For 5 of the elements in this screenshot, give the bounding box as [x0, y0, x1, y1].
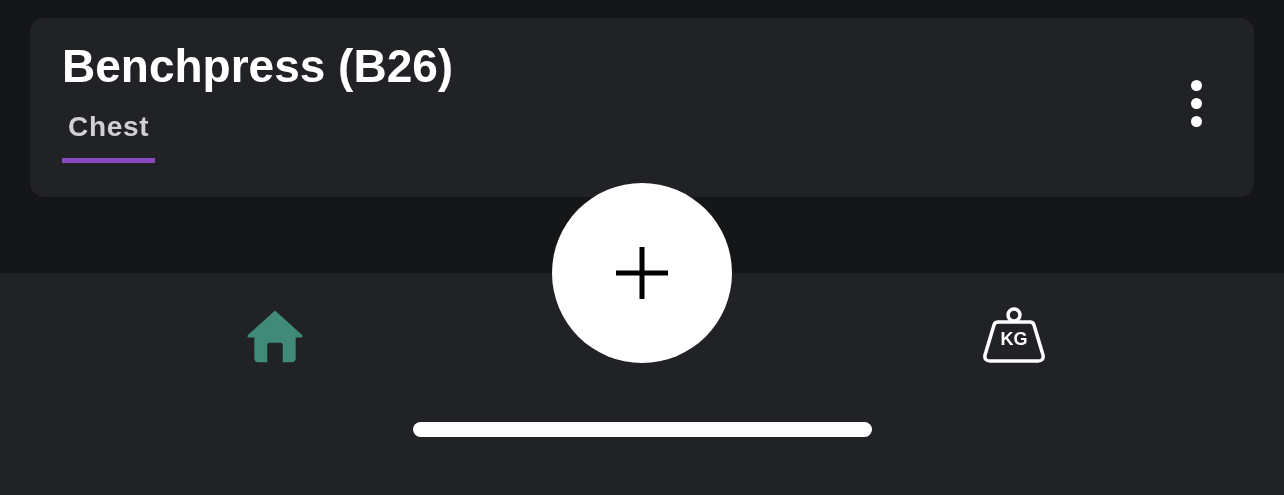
exercise-card[interactable]: Benchpress (B26) Chest: [30, 18, 1254, 197]
plus-icon: [614, 245, 670, 301]
muscle-tab[interactable]: Chest: [62, 106, 156, 163]
exercise-title: Benchpress (B26): [62, 40, 454, 92]
weights-tab[interactable]: KG: [982, 303, 1046, 367]
